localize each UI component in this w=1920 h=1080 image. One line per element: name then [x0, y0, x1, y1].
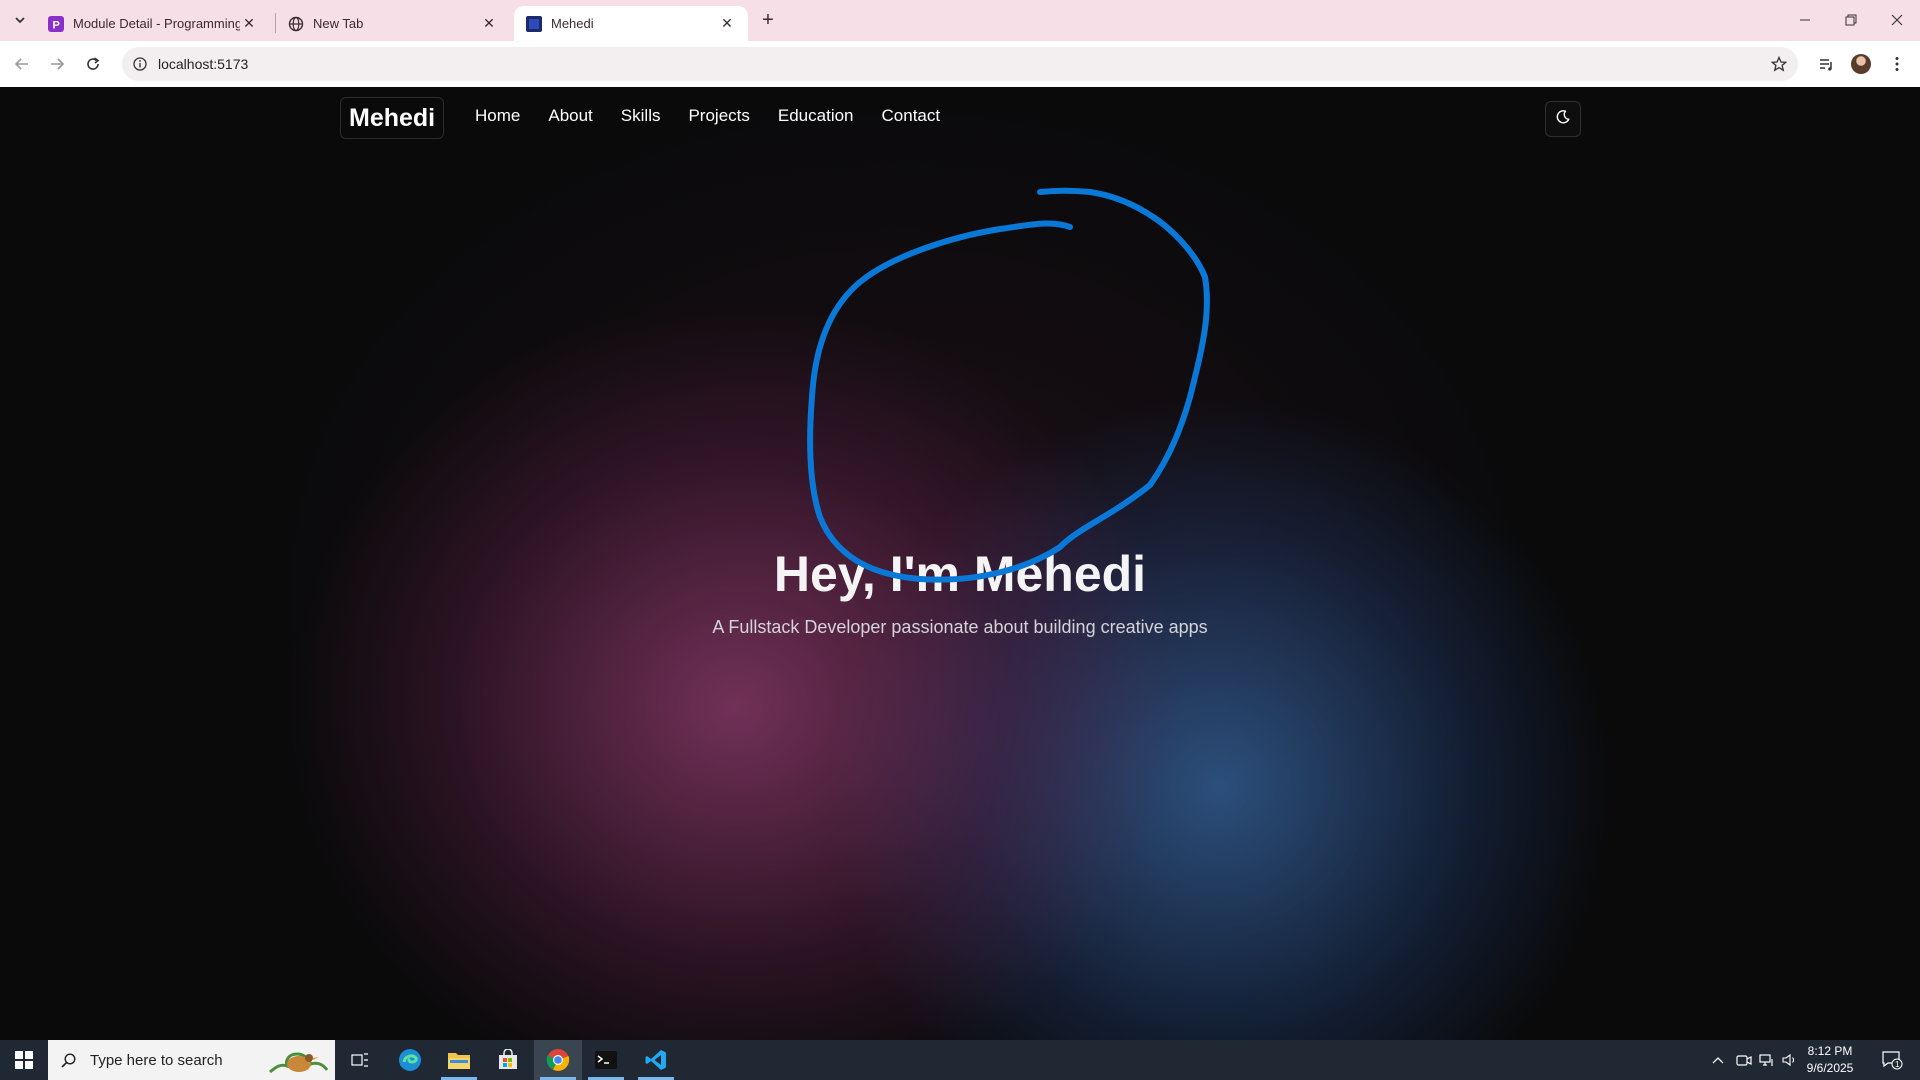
browser-tab-strip: P Module Detail - Programming ✕ New Tab … [0, 0, 1920, 41]
site-info-icon[interactable] [132, 56, 148, 72]
tab-title: New Tab [313, 16, 364, 31]
file-explorer-icon[interactable] [435, 1040, 483, 1080]
svg-text:P: P [53, 19, 60, 31]
notification-center-icon[interactable]: 1 [1872, 1040, 1912, 1080]
close-icon[interactable]: ✕ [718, 15, 736, 33]
theme-toggle-button[interactable] [1545, 101, 1581, 137]
network-icon[interactable] [1756, 1040, 1778, 1080]
windows-start-icon[interactable] [0, 1040, 48, 1080]
address-bar[interactable]: localhost:5173 [122, 47, 1798, 81]
tab-mehedi[interactable]: Mehedi ✕ [514, 6, 748, 41]
restore-icon[interactable] [1828, 0, 1874, 40]
nav-projects[interactable]: Projects [688, 106, 749, 126]
chrome-icon[interactable] [534, 1040, 582, 1080]
terminal-icon[interactable] [582, 1040, 630, 1080]
close-icon[interactable]: ✕ [240, 15, 258, 33]
taskbar-search-box[interactable]: Type here to search [48, 1040, 335, 1080]
nav-home[interactable]: Home [475, 106, 520, 126]
vscode-icon[interactable] [632, 1040, 680, 1080]
tray-chevron-up-icon[interactable] [1706, 1040, 1730, 1080]
url-text[interactable]: localhost:5173 [158, 56, 248, 72]
tab-title: Mehedi [551, 16, 594, 31]
nav-contact[interactable]: Contact [882, 106, 941, 126]
search-placeholder: Type here to search [90, 1051, 223, 1069]
reload-icon[interactable] [79, 50, 107, 78]
taskbar-clock[interactable]: 8:12 PM 9/6/2025 [1795, 1043, 1865, 1077]
store-icon[interactable] [484, 1040, 532, 1080]
globe-icon [288, 16, 304, 32]
close-icon[interactable]: ✕ [480, 15, 498, 33]
back-arrow-icon[interactable] [8, 50, 36, 78]
hero-subtitle: A Fullstack Developer passionate about b… [712, 617, 1208, 637]
nav-education[interactable]: Education [778, 106, 854, 126]
page-viewport: Mehedi Home About Skills Projects Educat… [0, 87, 1920, 1040]
browser-toolbar: localhost:5173 [0, 41, 1920, 87]
moon-icon [1555, 109, 1571, 130]
search-highlight-bird-icon [269, 1052, 329, 1074]
tab-module-detail[interactable]: P Module Detail - Programming ✕ [36, 6, 270, 41]
nav-about[interactable]: About [548, 106, 592, 126]
tab-new-tab[interactable]: New Tab ✕ [276, 6, 510, 41]
window-close-icon[interactable] [1874, 0, 1920, 40]
minimize-icon[interactable] [1782, 0, 1828, 40]
tab-title: Module Detail - Programming [73, 16, 240, 31]
task-view-icon[interactable] [336, 1040, 384, 1080]
kebab-menu-icon[interactable] [1883, 50, 1911, 78]
nav-skills[interactable]: Skills [621, 106, 661, 126]
media-controls-icon[interactable] [1812, 50, 1840, 78]
hero-title: Hey, I'm Mehedi [773, 546, 1147, 602]
edge-icon[interactable] [386, 1040, 434, 1080]
tab-search-chevron-icon[interactable] [8, 8, 32, 32]
p-icon: P [48, 15, 64, 32]
meet-now-icon[interactable] [1733, 1040, 1755, 1080]
site-logo[interactable]: Mehedi [340, 97, 445, 139]
clock-date: 9/6/2025 [1806, 1061, 1854, 1075]
notification-count: 1 [1895, 1060, 1900, 1069]
site-navbar: Mehedi Home About Skills Projects Educat… [0, 87, 1920, 157]
search-icon [60, 1052, 76, 1068]
site-icon [526, 15, 542, 32]
forward-arrow-icon[interactable] [43, 50, 71, 78]
clock-time: 8:12 PM [1807, 1044, 1853, 1058]
new-tab-plus-icon[interactable]: + [756, 8, 780, 32]
profile-avatar[interactable] [1847, 50, 1875, 78]
bookmark-star-icon[interactable] [1770, 55, 1788, 73]
windows-taskbar: Type here to search 8:12 PM 9/6/2025 1 [0, 1040, 1920, 1080]
nav-links: Home About Skills Projects Education Con… [475, 106, 940, 126]
